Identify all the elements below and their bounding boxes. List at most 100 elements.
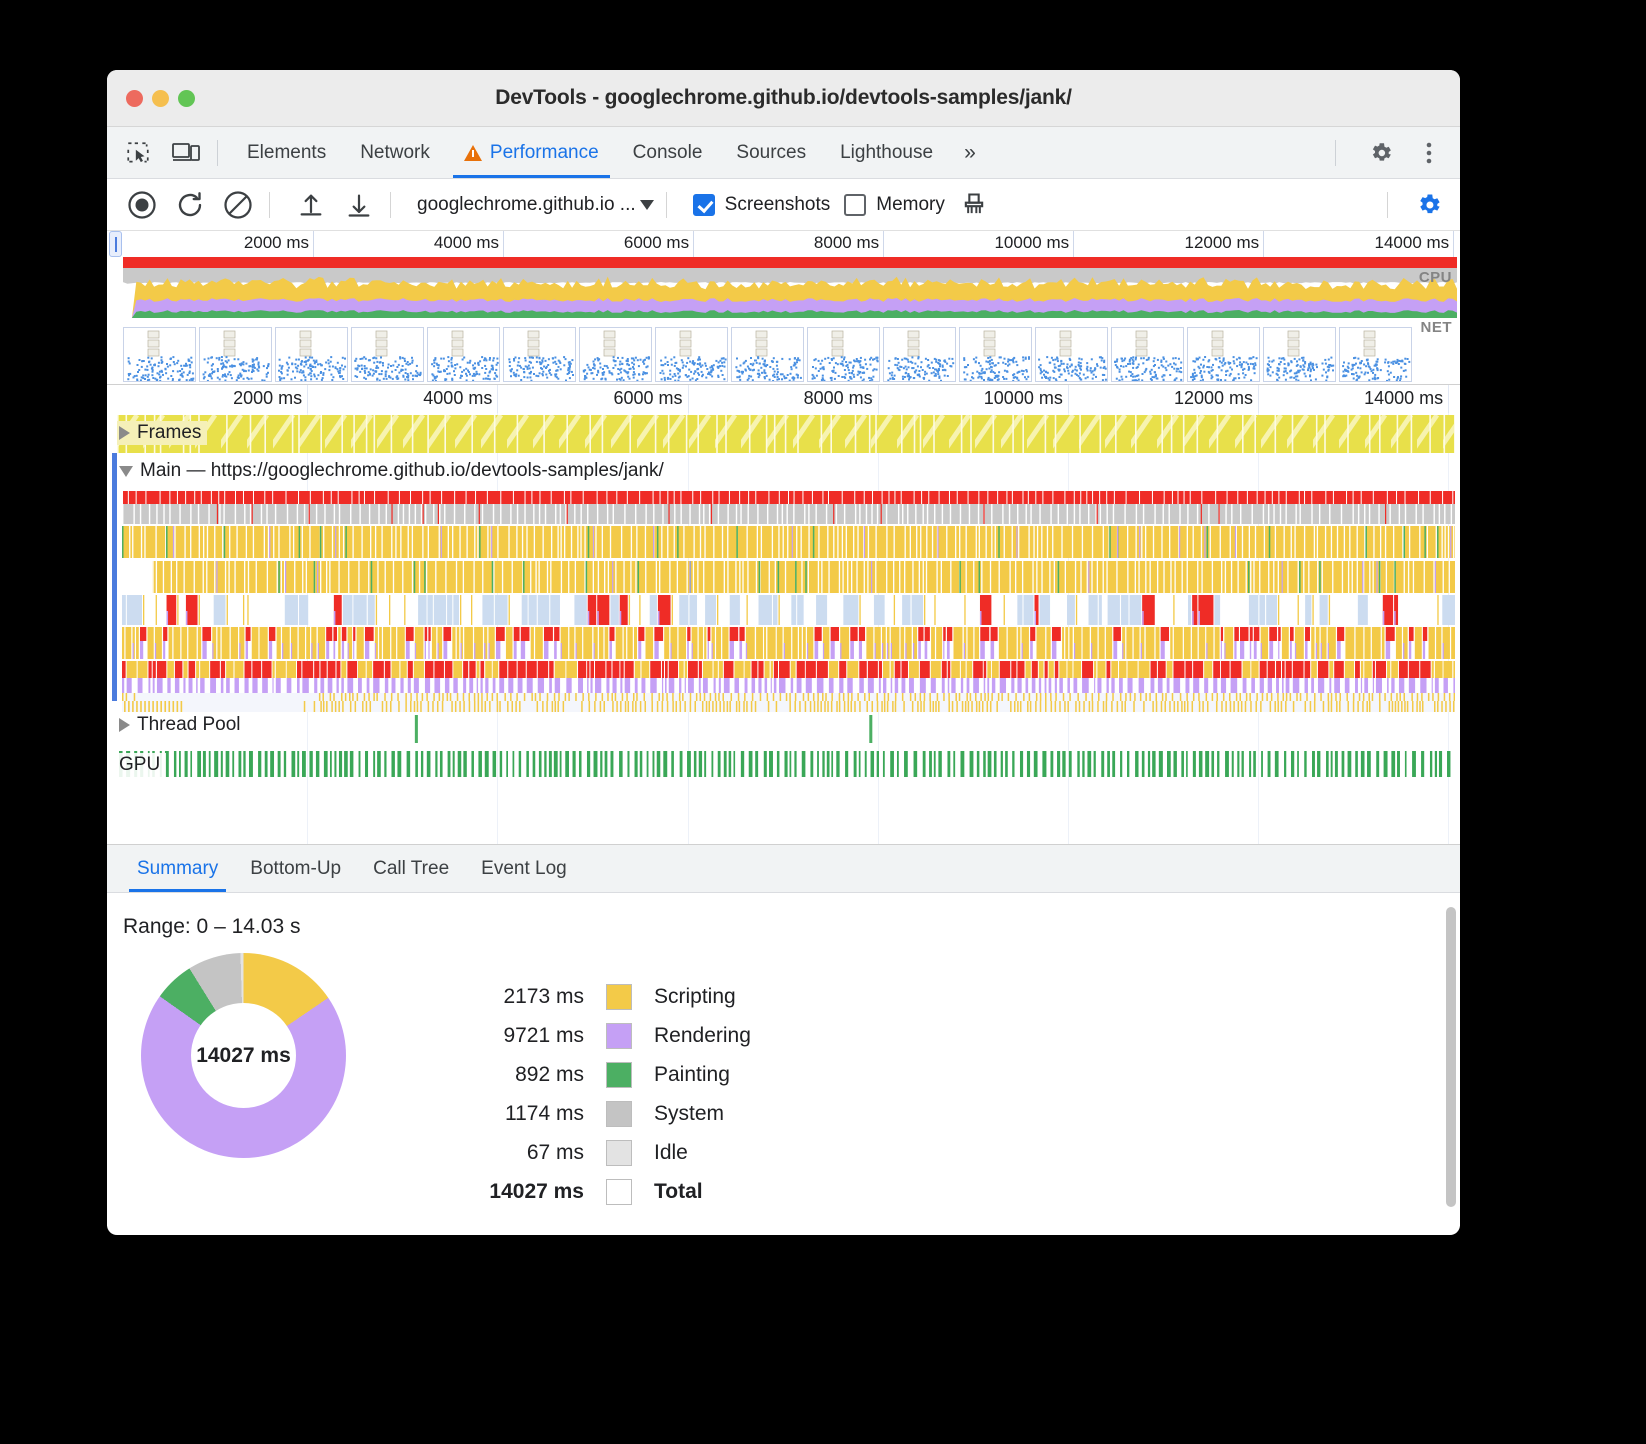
- legend-row[interactable]: 67 msIdle: [458, 1133, 751, 1172]
- track-thread-pool-label[interactable]: Thread Pool: [117, 713, 247, 737]
- tab-lighthouse-label: Lighthouse: [840, 142, 933, 164]
- kebab-menu-icon[interactable]: [1412, 138, 1446, 168]
- track-thread-pool[interactable]: Thread Pool: [107, 701, 1460, 749]
- legend-total-swatch: [606, 1179, 632, 1205]
- filmstrip-frame[interactable]: [427, 327, 500, 382]
- tab-summary[interactable]: Summary: [121, 845, 234, 892]
- track-main-label[interactable]: Main — https://googlechrome.github.io/de…: [117, 459, 670, 483]
- tab-console[interactable]: Console: [616, 127, 720, 178]
- tab-sources[interactable]: Sources: [719, 127, 823, 178]
- filmstrip-frame[interactable]: [275, 327, 348, 382]
- memory-checkbox-box[interactable]: [844, 194, 866, 216]
- track-frames[interactable]: Frames: [107, 413, 1460, 453]
- expand-triangle-icon[interactable]: [119, 718, 130, 732]
- record-icon[interactable]: [123, 186, 161, 224]
- target-url-dropdown[interactable]: googlechrome.github.io ...: [417, 194, 654, 216]
- upload-profile-icon[interactable]: [292, 186, 330, 224]
- screenshots-checkbox-box[interactable]: [693, 194, 715, 216]
- tab-bottom-up-label: Bottom-Up: [250, 858, 341, 880]
- track-main[interactable]: Main — https://googlechrome.github.io/de…: [107, 453, 1460, 701]
- track-frames-label[interactable]: Frames: [117, 421, 207, 445]
- filmstrip-frame[interactable]: [731, 327, 804, 382]
- filmstrip-frame[interactable]: [959, 327, 1032, 382]
- devtools-tab-bar: Elements Network Performance Console Sou…: [107, 127, 1460, 179]
- filmstrip-frame[interactable]: [807, 327, 880, 382]
- expand-triangle-icon[interactable]: [119, 426, 130, 440]
- tab-elements-label: Elements: [247, 142, 326, 164]
- collapse-triangle-icon[interactable]: [119, 466, 133, 477]
- legend-row[interactable]: 1174 msSystem: [458, 1094, 751, 1133]
- main-flame-rows[interactable]: [122, 491, 1455, 701]
- tab-event-log[interactable]: Event Log: [465, 845, 583, 892]
- clear-icon[interactable]: [219, 186, 257, 224]
- timeline-tick: 8000 ms: [878, 385, 879, 413]
- summary-donut-chart[interactable]: 14027 ms: [141, 953, 346, 1158]
- timeline-overview[interactable]: 2000 ms4000 ms6000 ms8000 ms10000 ms1200…: [107, 231, 1460, 385]
- legend-row[interactable]: 892 msPainting: [458, 1055, 751, 1094]
- tab-elements[interactable]: Elements: [230, 127, 343, 178]
- tabbar-right-actions: [1321, 138, 1460, 168]
- filmstrip-frame[interactable]: [1111, 327, 1184, 382]
- gpu-strip[interactable]: [117, 751, 1455, 779]
- legend-label: Scripting: [654, 985, 736, 1009]
- filmstrip-frame[interactable]: [503, 327, 576, 382]
- legend-row[interactable]: 9721 msRendering: [458, 1016, 751, 1055]
- tab-bottom-up[interactable]: Bottom-Up: [234, 845, 357, 892]
- overview-tick-label: 14000 ms: [1375, 233, 1450, 253]
- timeline-tick: 2000 ms: [307, 385, 308, 413]
- donut-hole: 14027 ms: [191, 1003, 296, 1108]
- gear-icon[interactable]: [1364, 138, 1398, 168]
- overview-tick: 2000 ms: [313, 231, 314, 257]
- filmstrip-frame[interactable]: [351, 327, 424, 382]
- main-track-marker: [112, 453, 117, 701]
- collect-garbage-icon[interactable]: [955, 186, 993, 224]
- summary-body: 14027 ms 2173 msScripting9721 msRenderin…: [107, 939, 1460, 1211]
- timeline-tick-label: 8000 ms: [804, 388, 873, 409]
- legend-swatch: [606, 1023, 632, 1049]
- reload-record-icon[interactable]: [171, 186, 209, 224]
- summary-scrollbar[interactable]: [1446, 907, 1456, 1207]
- download-profile-icon[interactable]: [340, 186, 378, 224]
- overview-tick-label: 2000 ms: [244, 233, 309, 253]
- filmstrip-frame[interactable]: [199, 327, 272, 382]
- track-frames-name: Frames: [137, 422, 201, 444]
- legend-row[interactable]: 2173 msScripting: [458, 977, 751, 1016]
- tab-network[interactable]: Network: [343, 127, 447, 178]
- tab-network-label: Network: [360, 142, 430, 164]
- timeline-flame-chart[interactable]: 2000 ms4000 ms6000 ms8000 ms10000 ms1200…: [107, 385, 1460, 845]
- filmstrip-frame[interactable]: [1035, 327, 1108, 382]
- filmstrip-frame[interactable]: [655, 327, 728, 382]
- tab-console-label: Console: [633, 142, 703, 164]
- tab-performance[interactable]: Performance: [447, 127, 616, 178]
- overview-ruler: 2000 ms4000 ms6000 ms8000 ms10000 ms1200…: [107, 231, 1460, 257]
- filmstrip-frame[interactable]: [123, 327, 196, 382]
- overview-window-left-handle[interactable]: [109, 231, 122, 257]
- track-gpu[interactable]: GPU: [107, 749, 1460, 787]
- capture-settings-gear-icon[interactable]: [1410, 186, 1448, 224]
- tab-summary-label: Summary: [137, 858, 218, 880]
- overview-tick: 6000 ms: [693, 231, 694, 257]
- screenshots-checkbox[interactable]: Screenshots: [693, 194, 831, 216]
- filmstrip[interactable]: [123, 327, 1457, 384]
- thread-pool-strip[interactable]: [122, 701, 1455, 749]
- tab-call-tree[interactable]: Call Tree: [357, 845, 465, 892]
- legend-label: Painting: [654, 1063, 730, 1087]
- tab-lighthouse[interactable]: Lighthouse: [823, 127, 950, 178]
- filmstrip-frame[interactable]: [1339, 327, 1412, 382]
- window-title: DevTools - googlechrome.github.io/devtoo…: [107, 86, 1460, 110]
- filmstrip-frame[interactable]: [1187, 327, 1260, 382]
- device-toolbar-icon[interactable]: [169, 138, 203, 168]
- tabbar-right-divider: [1335, 140, 1336, 166]
- filmstrip-frame[interactable]: [1263, 327, 1336, 382]
- filmstrip-frame[interactable]: [579, 327, 652, 382]
- timeline-tick: 14000 ms: [1448, 385, 1449, 413]
- track-gpu-label[interactable]: GPU: [117, 753, 166, 777]
- tab-performance-label: Performance: [490, 142, 599, 164]
- memory-checkbox[interactable]: Memory: [844, 194, 945, 216]
- filmstrip-frame[interactable]: [883, 327, 956, 382]
- more-tabs-icon[interactable]: »: [950, 141, 990, 165]
- inspect-element-icon[interactable]: [121, 138, 155, 168]
- donut-total-label: 14027 ms: [196, 1044, 291, 1068]
- legend-swatch: [606, 1062, 632, 1088]
- frames-strip[interactable]: [117, 415, 1455, 453]
